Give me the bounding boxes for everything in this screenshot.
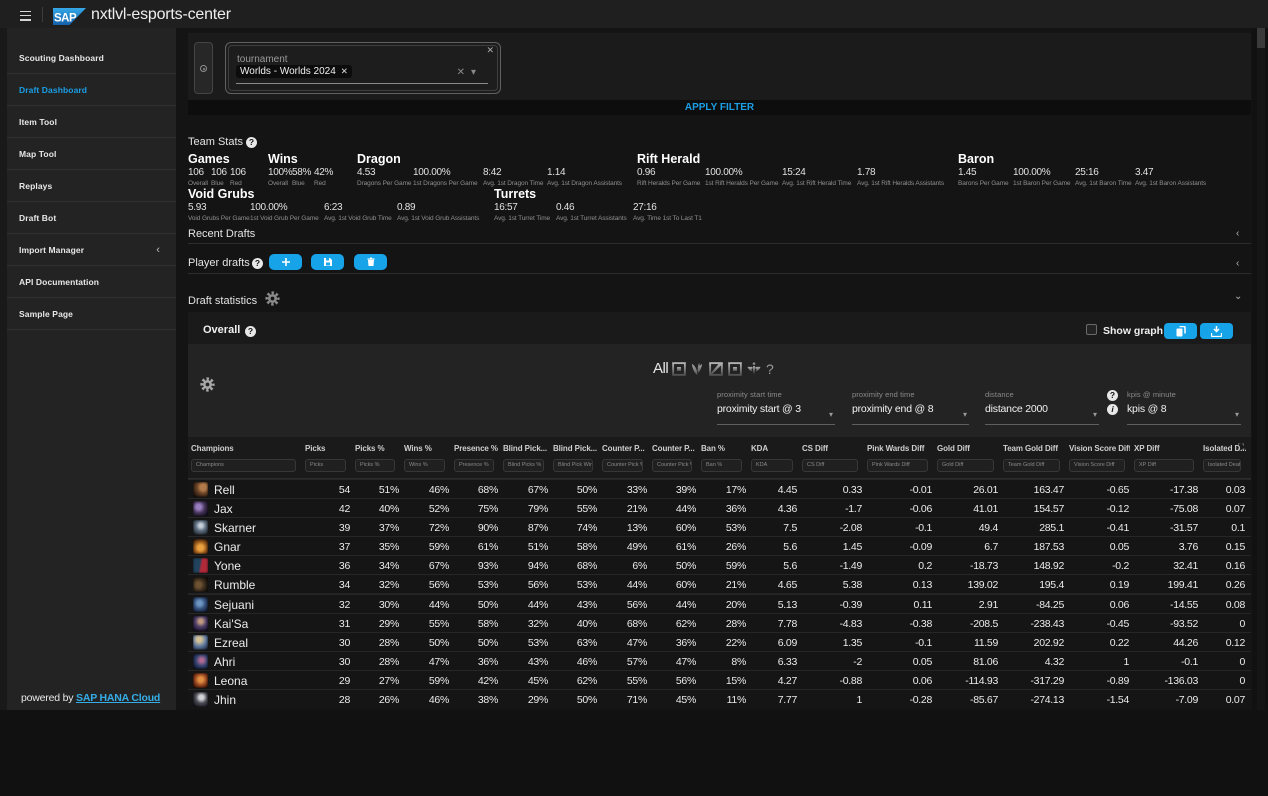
svg-text:SAP: SAP — [54, 13, 77, 25]
